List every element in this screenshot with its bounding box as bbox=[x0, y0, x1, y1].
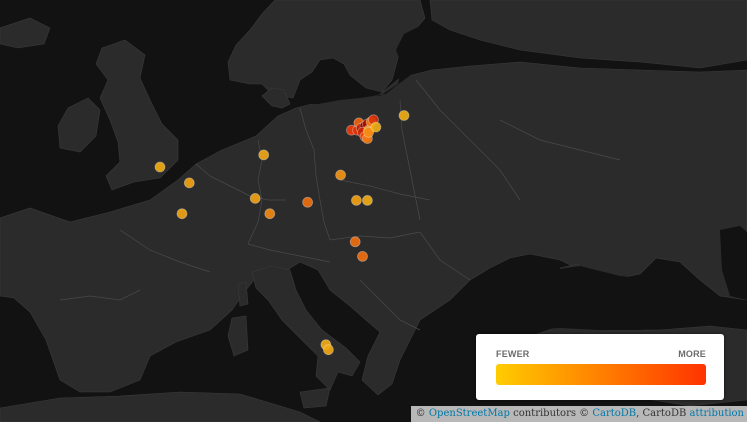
attribution-contributors: contributors © bbox=[513, 408, 590, 419]
map-point[interactable] bbox=[154, 161, 166, 173]
map-point[interactable] bbox=[258, 149, 270, 161]
map-point[interactable] bbox=[264, 208, 276, 220]
map-point[interactable] bbox=[183, 177, 195, 189]
land-corsica bbox=[237, 281, 249, 307]
map-point[interactable] bbox=[322, 344, 334, 356]
cartodb-link[interactable]: CartoDB bbox=[592, 408, 636, 419]
legend-high-label: MORE bbox=[678, 349, 706, 359]
map-point[interactable] bbox=[335, 169, 347, 181]
legend-gradient-bar bbox=[496, 364, 706, 385]
map-point[interactable] bbox=[361, 194, 373, 206]
map-point[interactable] bbox=[357, 250, 368, 262]
map-point[interactable] bbox=[302, 196, 314, 208]
attribution-bar: © OpenStreetMap contributors © CartoDB, … bbox=[410, 406, 747, 422]
openstreetmap-link[interactable]: OpenStreetMap bbox=[429, 408, 510, 419]
map-point[interactable] bbox=[398, 110, 410, 121]
map-point[interactable] bbox=[349, 236, 361, 248]
attribution-carto-text: , CartoDB bbox=[636, 408, 687, 419]
attribution-link[interactable]: attribution bbox=[690, 408, 745, 419]
map-point[interactable] bbox=[249, 192, 261, 204]
attribution-copyright: © bbox=[415, 408, 426, 419]
map-point[interactable] bbox=[350, 194, 362, 206]
legend: FEWER MORE bbox=[476, 334, 724, 400]
legend-low-label: FEWER bbox=[496, 349, 530, 359]
map-point[interactable] bbox=[176, 208, 188, 220]
map-point[interactable] bbox=[370, 121, 382, 133]
